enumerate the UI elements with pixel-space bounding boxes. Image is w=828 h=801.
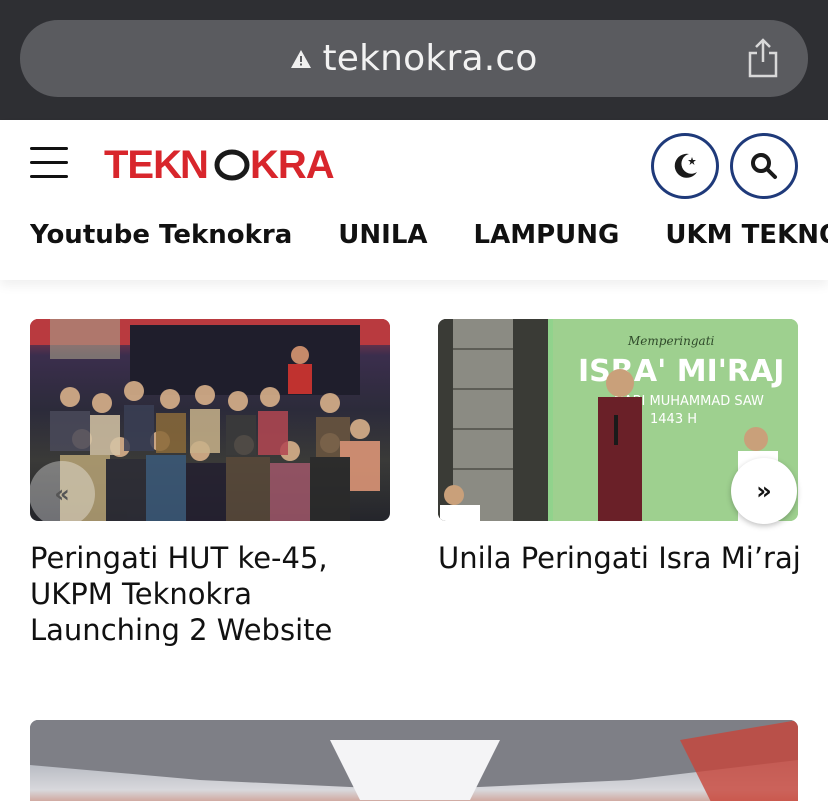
warning-icon xyxy=(291,49,312,68)
ceiling-photo xyxy=(30,720,798,801)
search-icon xyxy=(751,153,777,179)
article-title-hut[interactable]: Peringati HUT ke-45, UKPM Teknokra Launc… xyxy=(30,540,390,648)
nav-item-youtube[interactable]: Youtube Teknokra xyxy=(30,220,292,250)
moon-icon xyxy=(674,153,697,178)
svg-text:1443 H: 1443 H xyxy=(650,412,697,427)
article-title-isra-miraj[interactable]: Unila Peringati Isra Mi’raj xyxy=(438,540,818,576)
svg-text:Memperingati: Memperingati xyxy=(627,334,715,348)
browser-chrome: teknokra.co xyxy=(0,0,828,120)
search-button[interactable] xyxy=(730,133,798,199)
nav-item-unila[interactable]: UNILA xyxy=(338,220,427,250)
share-icon[interactable] xyxy=(746,38,780,78)
address-content: teknokra.co xyxy=(20,20,808,97)
url-text: teknokra.co xyxy=(322,38,538,79)
address-bar[interactable]: teknokra.co xyxy=(20,20,808,97)
category-nav: Youtube Teknokra UNILA LAMPUNG UKM TEKNOKRA xyxy=(30,220,828,260)
featured-article-image[interactable] xyxy=(30,720,798,801)
svg-text:KRA: KRA xyxy=(250,143,334,187)
menu-icon[interactable] xyxy=(30,147,68,178)
nav-item-lampung[interactable]: LAMPUNG xyxy=(474,220,620,250)
carousel-prev-button[interactable]: « xyxy=(29,461,95,527)
svg-text:TEK: TEK xyxy=(104,143,182,187)
site-header: TEK N KRA Youtube Teknokra UNILA LAMPUNG UK… xyxy=(0,120,828,280)
nav-item-ukm-teknokra[interactable]: UKM TEKNOKRA xyxy=(665,220,828,250)
dark-mode-button[interactable] xyxy=(651,133,719,199)
svg-text:N: N xyxy=(180,143,208,187)
teknokra-logo[interactable]: TEK N KRA xyxy=(104,140,344,190)
carousel-next-button[interactable]: » xyxy=(731,458,797,524)
